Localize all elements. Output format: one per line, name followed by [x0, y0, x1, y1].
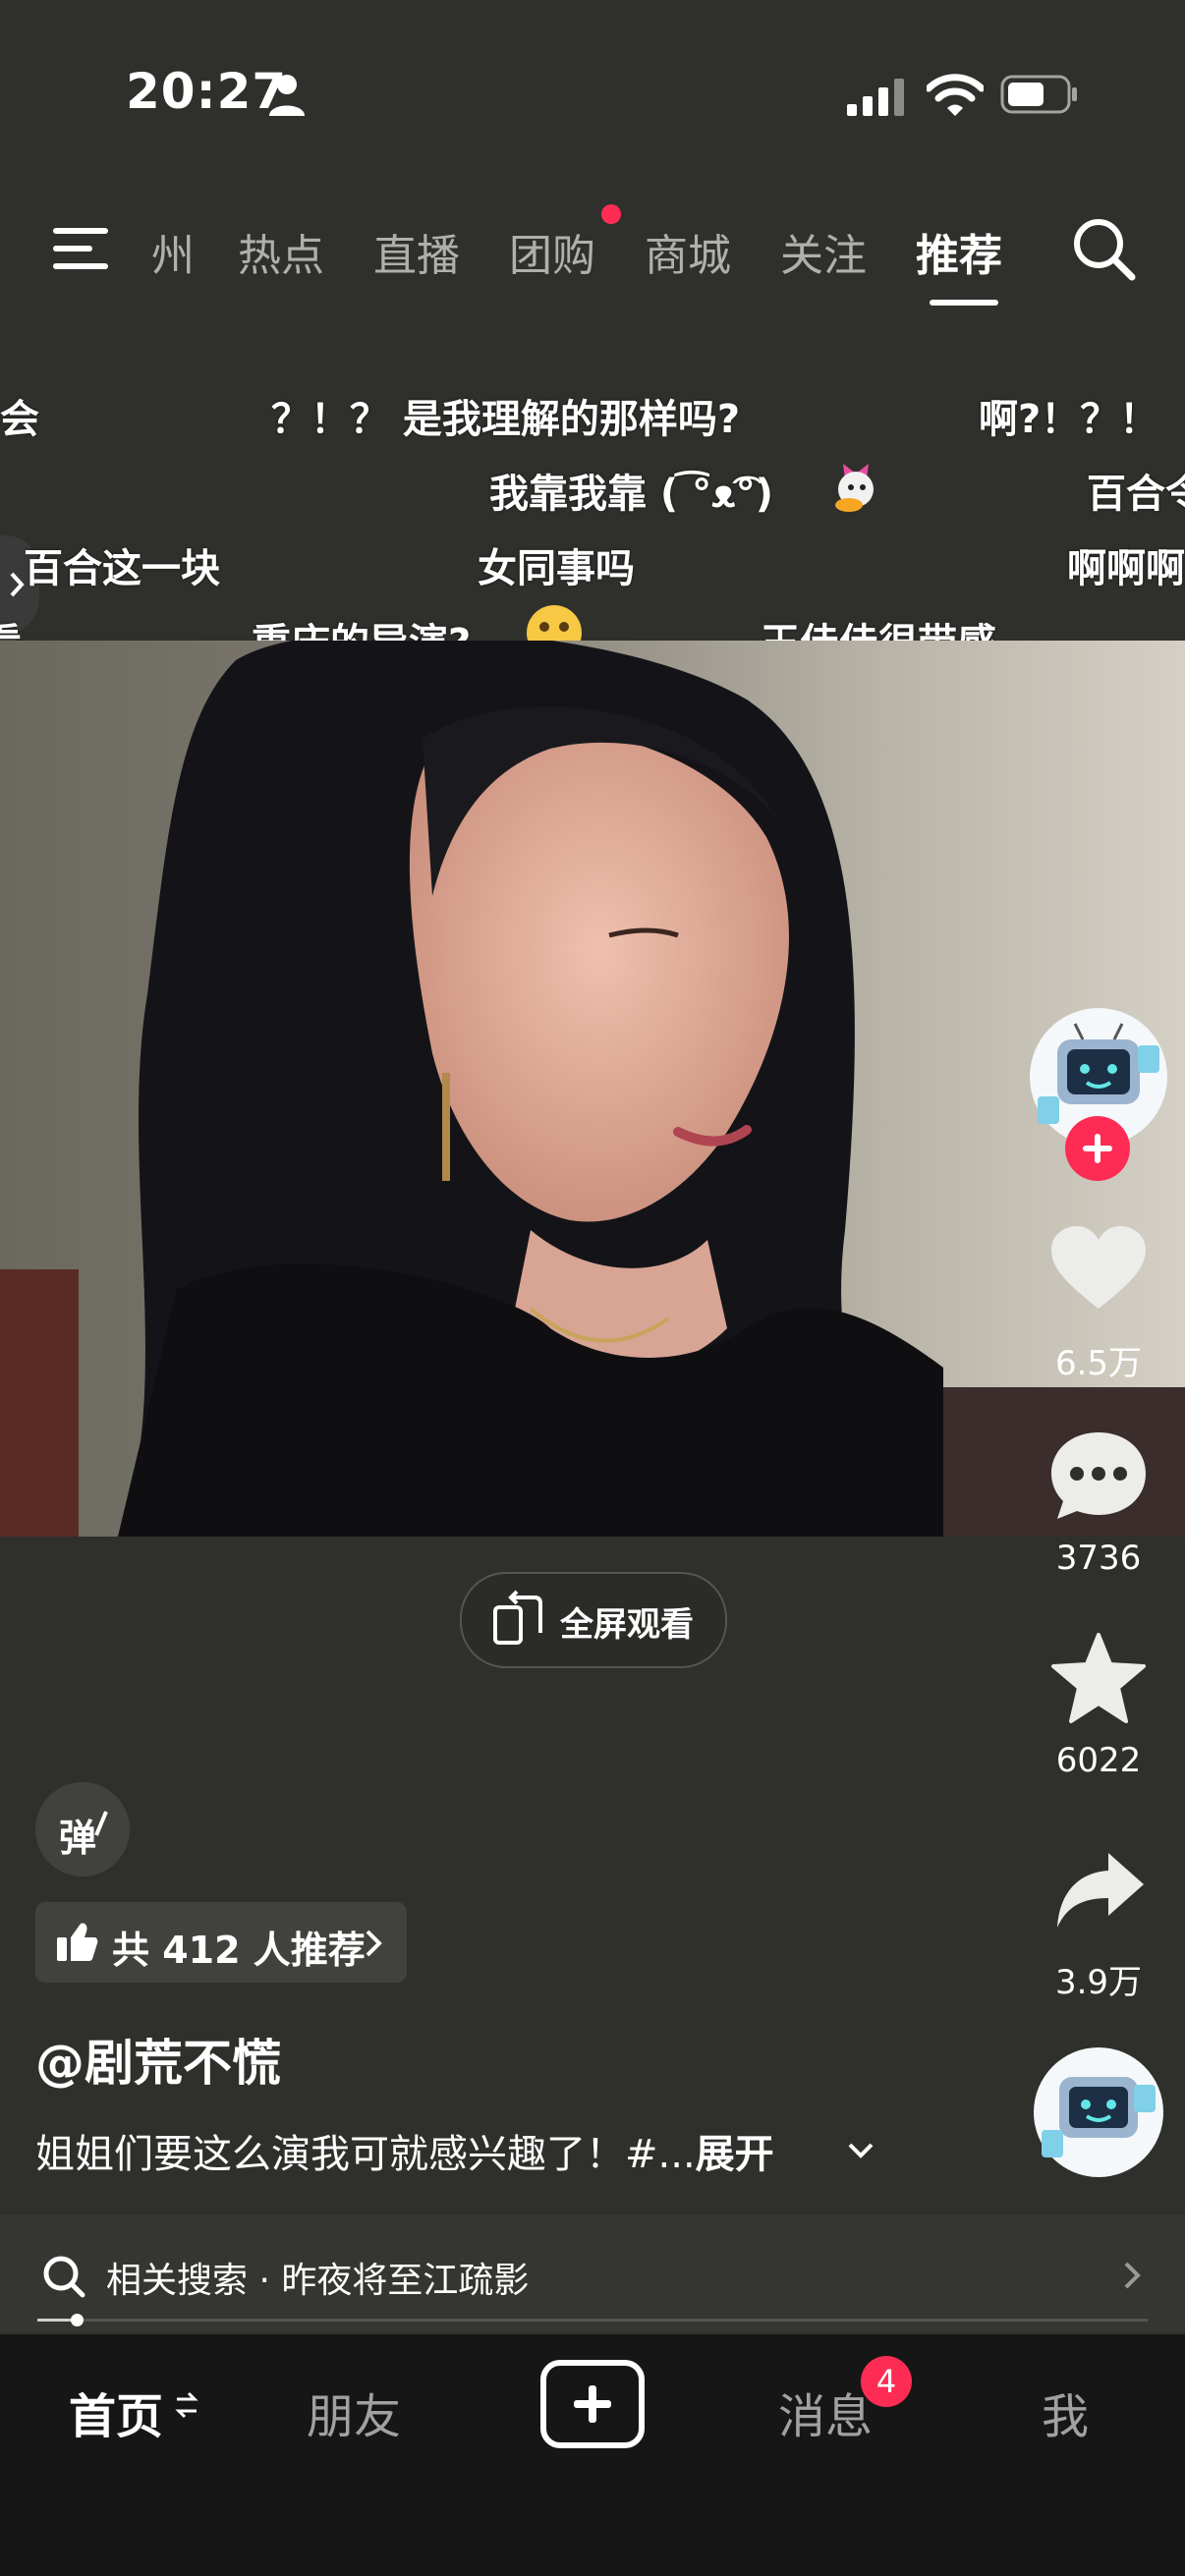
cartoon-sticker-icon	[835, 464, 874, 512]
tab-me[interactable]: 我	[1042, 2378, 1089, 2446]
messages-badge: 4	[861, 2356, 912, 2407]
share-count: 3.9万	[1054, 1963, 1143, 2002]
tab-active-indicator	[930, 300, 998, 306]
plus-icon	[1083, 1134, 1112, 1163]
video-progress-handle[interactable]	[71, 2314, 84, 2326]
music-disc-avatar[interactable]	[1032, 2045, 1165, 2179]
tab-hot[interactable]: 热点	[238, 220, 324, 283]
danmaku-comment: 百合令	[1087, 472, 1185, 517]
video-frame[interactable]	[0, 641, 1185, 1537]
tab-group-buy[interactable]: 团购	[509, 220, 595, 283]
tab-messages[interactable]: 消息	[778, 2378, 873, 2446]
tab-following[interactable]: 关注	[780, 220, 867, 283]
menu-icon[interactable]	[49, 224, 112, 273]
tab-live[interactable]: 直播	[373, 220, 460, 283]
share-icon[interactable]	[1053, 1849, 1148, 1932]
fullscreen-label: 全屏观看	[560, 1605, 694, 1645]
heart-icon[interactable]	[1049, 1224, 1148, 1313]
related-search-text: 相关搜索 · 昨夜将至江疏影	[106, 2261, 530, 2301]
switch-arrows-icon[interactable]	[175, 2389, 198, 2421]
danmaku-comment: 百合这一块	[24, 546, 220, 591]
danmaku-comment: 女同事吗	[478, 546, 635, 591]
like-count: 6.5万	[1054, 1344, 1143, 1383]
tab-home[interactable]: 首页	[69, 2378, 163, 2446]
star-icon[interactable]	[1049, 1631, 1148, 1725]
slash-icon	[94, 1811, 108, 1836]
caption-text: 姐姐们要这么演我可就感兴趣了！#...	[35, 2132, 696, 2177]
notification-dot	[601, 204, 621, 224]
danmaku-comment: 啊啊啊	[1067, 546, 1185, 591]
danmaku-comment: 啊?！？！	[979, 397, 1159, 442]
danmaku-comment: 会	[0, 397, 39, 442]
thumbs-up-icon	[57, 1923, 98, 1961]
chevron-right-icon	[366, 1930, 382, 1957]
video-caption: 姐姐们要这么演我可就感兴趣了！#...展开	[35, 2122, 774, 2179]
danmaku-toggle-label: 弹	[59, 1817, 97, 1860]
signal-icon	[847, 79, 904, 116]
plus-icon	[574, 2385, 611, 2423]
author-name[interactable]: @剧荒不慌	[35, 2024, 281, 2095]
chevron-right-icon	[1124, 2262, 1141, 2289]
danmaku-comment: 我靠我靠 ( ͡°ᴥ͡°)	[489, 472, 774, 517]
tab-friends[interactable]: 朋友	[307, 2378, 401, 2446]
expand-caption-button[interactable]: 展开	[696, 2132, 774, 2177]
video-progress-track[interactable]	[37, 2319, 1148, 2322]
wifi-icon	[927, 74, 984, 116]
person-icon	[269, 75, 305, 116]
tab-recommend[interactable]: 推荐	[916, 220, 1002, 283]
comment-count: 3736	[1055, 1539, 1142, 1578]
danmaku-comment: ？！？ 是我理解的那样吗?	[271, 397, 741, 442]
rotate-phone-icon	[493, 1590, 542, 1645]
search-icon[interactable]	[1069, 214, 1138, 283]
battery-icon	[1000, 75, 1077, 114]
recommend-text: 共 412 人推荐	[112, 1929, 366, 1972]
status-time: 20:27	[126, 63, 288, 120]
comment-icon[interactable]	[1047, 1428, 1150, 1523]
favorite-count: 6022	[1055, 1741, 1142, 1780]
chevron-down-icon[interactable]	[847, 2142, 875, 2159]
tab-mall[interactable]: 商城	[645, 220, 731, 283]
search-icon	[43, 2256, 85, 2298]
tab-local[interactable]: 州	[151, 220, 195, 283]
